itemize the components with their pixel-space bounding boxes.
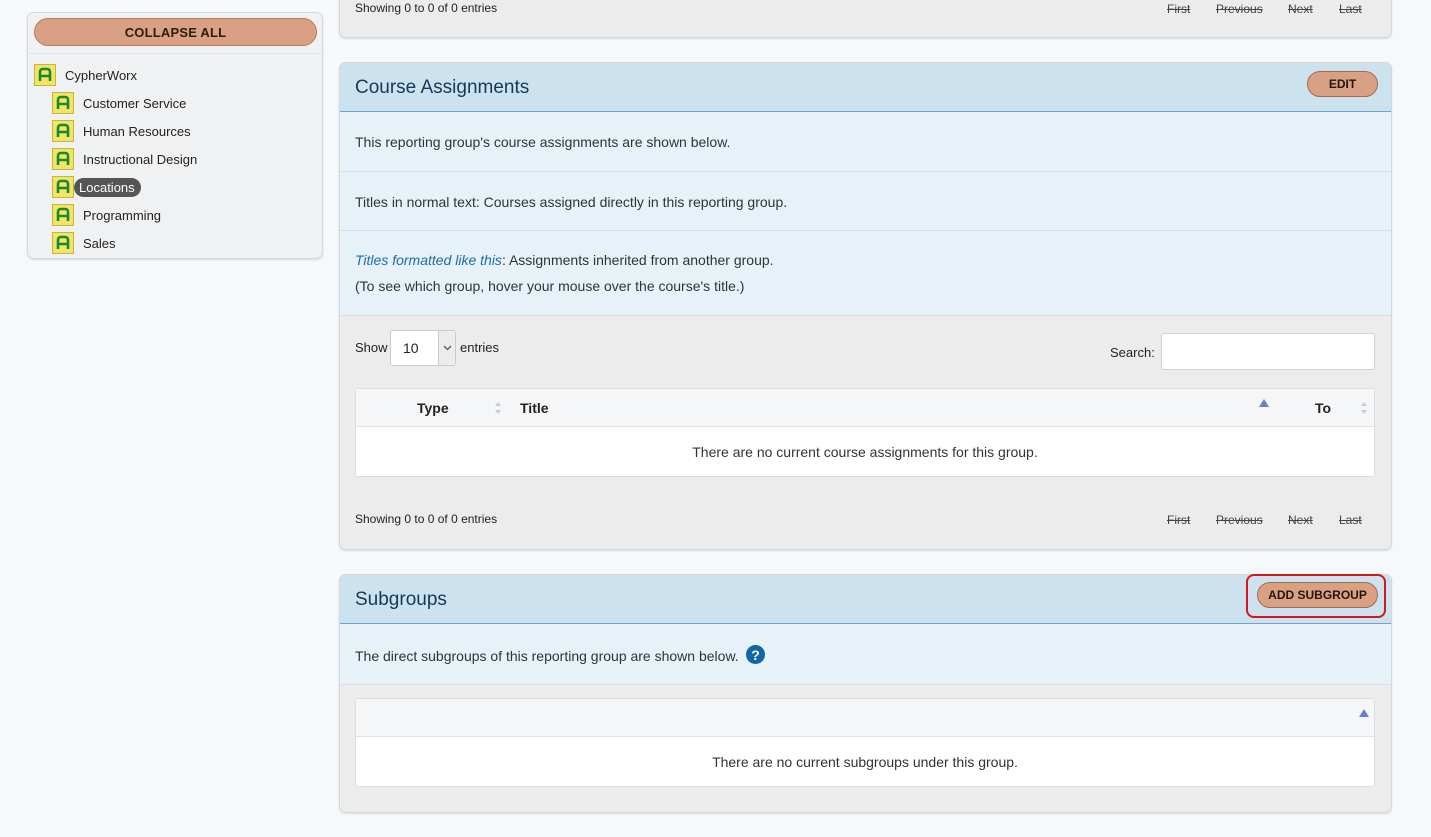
- tree-item-human-resources[interactable]: Human Resources: [52, 120, 195, 142]
- table-header: [356, 699, 1374, 737]
- info-text-rest: : Assignments inherited from another gro…: [501, 252, 774, 268]
- column-header-to[interactable]: To: [1315, 400, 1331, 416]
- info-row: This reporting group's course assignment…: [340, 112, 1391, 172]
- pager-next[interactable]: Next: [1288, 513, 1313, 527]
- pager-last[interactable]: Last: [1339, 513, 1362, 527]
- panel-title: Subgroups: [355, 589, 447, 610]
- group-icon: [52, 204, 74, 226]
- panel-header: Subgroups: [340, 575, 1391, 624]
- info-text: Titles in normal text: Courses assigned …: [355, 194, 788, 210]
- group-icon: [34, 64, 56, 86]
- info-row: Titles formatted like this: Assignments …: [340, 231, 1391, 316]
- tree-item-instructional-design[interactable]: Instructional Design: [52, 148, 201, 170]
- pager-first[interactable]: First: [1167, 513, 1190, 527]
- pager-last[interactable]: Last: [1339, 2, 1362, 16]
- tree-item-sales[interactable]: Sales: [52, 232, 120, 254]
- info-text: This reporting group's course assignment…: [355, 134, 731, 150]
- tree-item-label-selected: Locations: [74, 177, 141, 197]
- tree-item-label: Customer Service: [83, 95, 187, 111]
- entries-info: Showing 0 to 0 of 0 entries: [355, 512, 498, 526]
- info-text: The direct subgroups of this reporting g…: [355, 648, 739, 664]
- pager-previous[interactable]: Previous: [1216, 513, 1263, 527]
- tree-divider: [28, 53, 322, 54]
- group-icon: [52, 120, 74, 142]
- table-empty-message: There are no current course assignments …: [692, 444, 1038, 460]
- tree-item-locations[interactable]: Locations: [52, 176, 141, 198]
- group-icon: [52, 148, 74, 170]
- sort-icon[interactable]: [1360, 401, 1368, 415]
- tree-item-label: Sales: [83, 235, 116, 251]
- pager-first[interactable]: First: [1167, 2, 1190, 16]
- panel-title: Course Assignments: [355, 77, 530, 98]
- tree-item-label: Human Resources: [83, 123, 191, 139]
- panel-header: Course Assignments EDIT: [340, 63, 1391, 112]
- entries-info: Showing 0 to 0 of 0 entries: [355, 1, 498, 15]
- course-assignments-table: Type Title To There are no current cours…: [355, 388, 1375, 477]
- info-row: The direct subgroups of this reporting g…: [340, 624, 1391, 685]
- tree-item-cypherworx[interactable]: CypherWorx: [34, 64, 141, 86]
- tree-item-label: Programming: [83, 207, 162, 223]
- info-text: (To see which group, hover your mouse ov…: [355, 278, 745, 294]
- tree-item-label: Instructional Design: [83, 151, 198, 167]
- group-tree-panel: COLLAPSE ALL CypherWorx Customer Service…: [27, 12, 323, 259]
- sort-ascending-icon[interactable]: [1359, 709, 1369, 717]
- course-assignments-panel: Course Assignments EDIT This reporting g…: [339, 62, 1392, 550]
- entries-label: entries: [460, 340, 500, 355]
- sort-ascending-icon[interactable]: [1259, 399, 1269, 407]
- show-label: Show: [355, 340, 388, 355]
- subgroups-table: There are no current subgroups under thi…: [355, 698, 1375, 787]
- entries-select-value: 10: [403, 340, 419, 356]
- pager-next[interactable]: Next: [1288, 2, 1313, 16]
- subgroups-panel: Subgroups The direct subgroups of this r…: [339, 574, 1392, 813]
- table-empty-message: There are no current subgroups under thi…: [712, 754, 1018, 770]
- add-subgroup-button[interactable]: ADD SUBGROUP: [1257, 582, 1378, 608]
- entries-select[interactable]: 10: [390, 330, 456, 366]
- info-text: Titles formatted like this: Assignments …: [355, 252, 774, 268]
- tree-item-customer-service[interactable]: Customer Service: [52, 92, 190, 114]
- edit-button[interactable]: EDIT: [1307, 71, 1378, 97]
- table-header: Type Title To: [356, 389, 1374, 427]
- help-icon[interactable]: ?: [746, 645, 765, 664]
- group-icon: [52, 232, 74, 254]
- search-label: Search:: [1110, 345, 1155, 360]
- inherited-sample: Titles formatted like this: [355, 252, 502, 268]
- pager-previous[interactable]: Previous: [1216, 2, 1263, 16]
- column-header-title[interactable]: Title: [520, 400, 549, 416]
- search-input[interactable]: [1161, 333, 1375, 370]
- tree-item-programming[interactable]: Programming: [52, 204, 165, 226]
- tree-item-label: CypherWorx: [65, 67, 138, 83]
- collapse-all-button[interactable]: COLLAPSE ALL: [34, 18, 317, 46]
- group-icon: [52, 92, 74, 114]
- info-row: Titles in normal text: Courses assigned …: [340, 172, 1391, 231]
- chevron-down-icon: [438, 331, 455, 365]
- previous-panel: Showing 0 to 0 of 0 entries First Previo…: [339, 0, 1392, 38]
- sort-icon[interactable]: [494, 401, 502, 415]
- group-icon: [52, 176, 74, 198]
- column-header-type[interactable]: Type: [417, 400, 449, 416]
